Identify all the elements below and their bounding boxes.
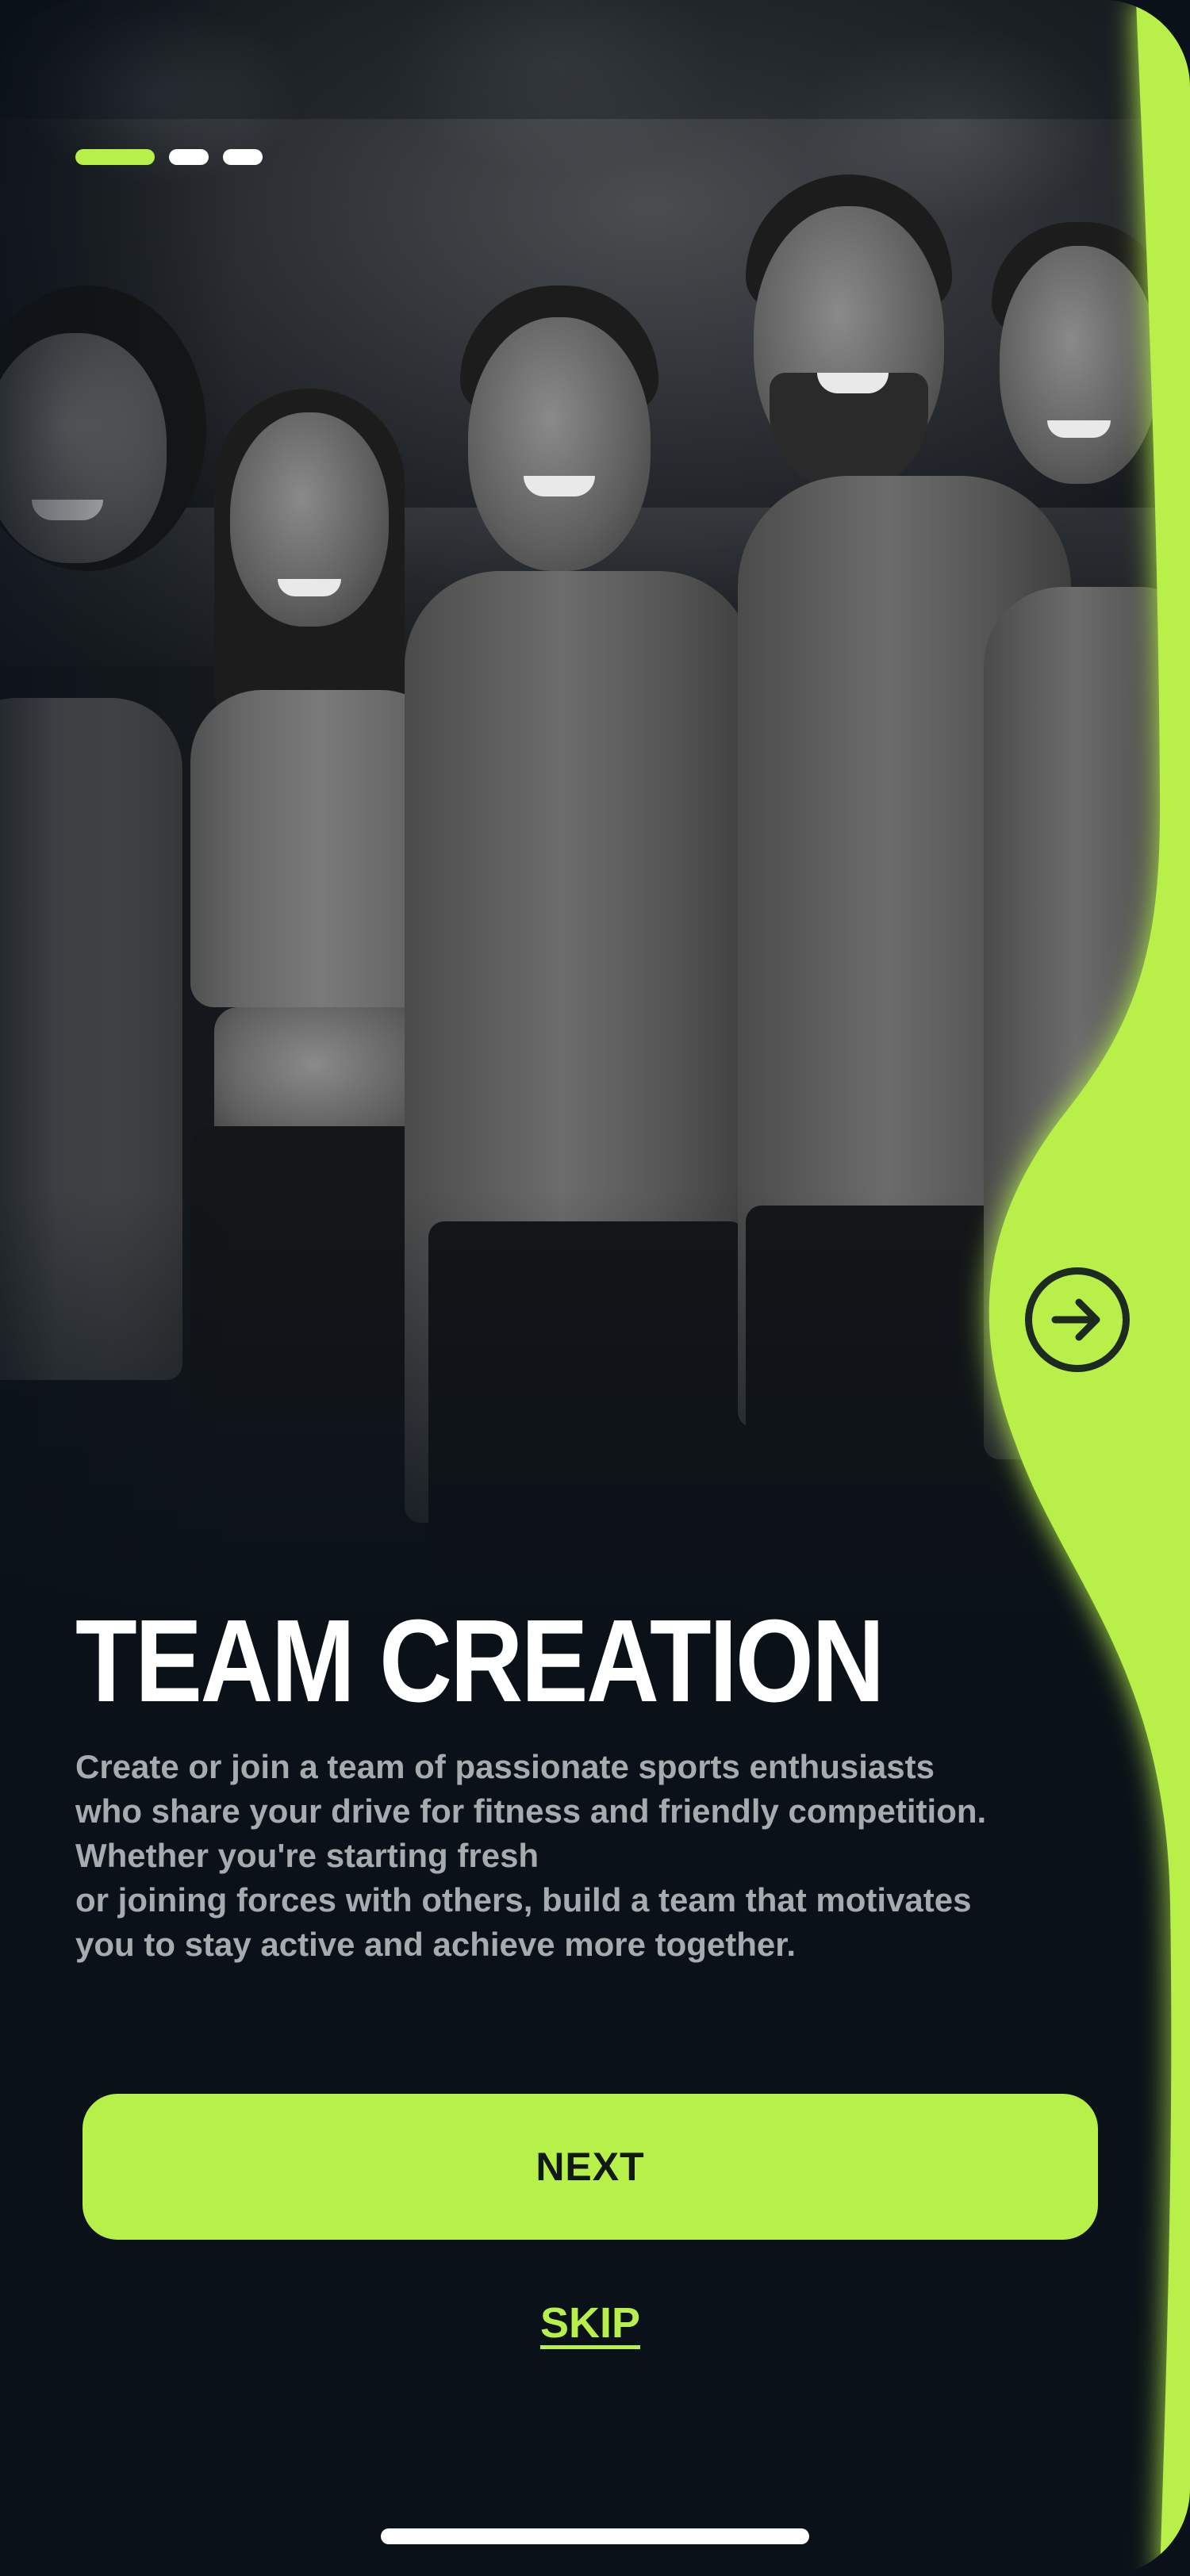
description-line: you to stay active and achieve more toge… [75, 1926, 796, 1963]
status-bar-shade [0, 0, 1190, 119]
page-indicator-dot-3 [223, 149, 263, 165]
page-indicator [75, 149, 263, 165]
description-line: or joining forces with others, build a t… [75, 1881, 972, 1919]
next-button[interactable]: NEXT [83, 2094, 1098, 2240]
page-title: TEAM CREATION [75, 1596, 885, 1727]
home-indicator [381, 2528, 809, 2544]
page-indicator-dot-1 [75, 149, 155, 165]
forward-button[interactable] [1025, 1267, 1130, 1372]
onboarding-screen: TEAM CREATION Create or join a team of p… [0, 0, 1190, 2576]
arrow-right-circle-icon [1051, 1298, 1100, 1341]
page-description: Create or join a team of passionate spor… [75, 1745, 1123, 1967]
description-line: Create or join a team of passionate spor… [75, 1748, 935, 1785]
description-line: Whether you're starting fresh [75, 1837, 539, 1874]
page-indicator-dot-2 [169, 149, 209, 165]
description-line: who share your drive for fitness and fri… [75, 1792, 987, 1830]
skip-link[interactable]: SKIP [0, 2298, 1180, 2348]
hero-photo [0, 0, 1190, 1705]
